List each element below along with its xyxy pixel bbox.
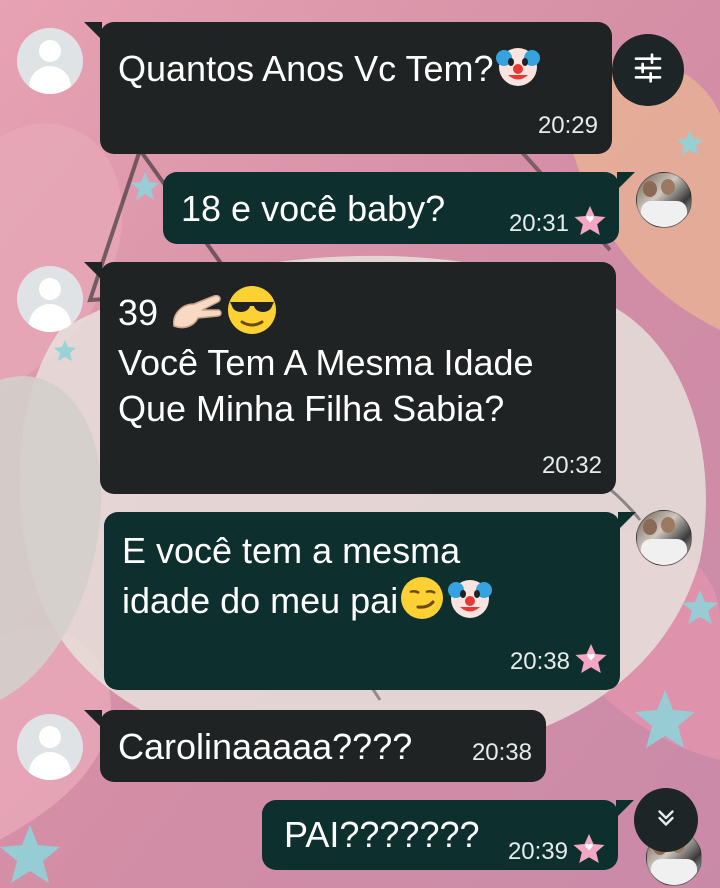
tune-sliders-icon: [632, 52, 664, 89]
scroll-to-bottom-button[interactable]: [634, 788, 698, 852]
bubble-tail: [618, 512, 636, 530]
clown-emoji: [494, 42, 542, 101]
starred-star-icon: [573, 834, 605, 864]
message-text: 39: [118, 292, 159, 334]
message-time: 20:29: [537, 112, 598, 140]
message-line: Quantos Anos Vc Tem?: [118, 42, 612, 101]
sender-avatar[interactable]: [17, 28, 83, 94]
smirk-face-emoji: [398, 574, 446, 633]
bubble-tail: [84, 710, 102, 728]
clown-emoji: [446, 574, 494, 633]
photo-figure: [661, 179, 675, 195]
photo-figure: [641, 201, 687, 227]
double-chevron-down-icon: [653, 805, 679, 836]
bubble-tail: [616, 800, 634, 818]
avatar-body-shape: [29, 752, 71, 780]
avatar-head-shape: [39, 278, 61, 300]
message-bubble-incoming[interactable]: Quantos Anos Vc Tem? 20:29: [84, 22, 612, 154]
message-line: 39: [118, 282, 616, 340]
message-time: 20:39: [507, 838, 568, 865]
message-text: idade do meu pai: [122, 580, 399, 622]
bubble-tail: [617, 172, 635, 190]
message-line: E você tem a mesma: [122, 530, 461, 571]
message-text: PAI???????: [284, 814, 480, 855]
message-text: 18 e você baby?: [181, 188, 446, 229]
sender-avatar[interactable]: [17, 266, 83, 332]
starred-star-icon: [575, 644, 607, 674]
avatar-body-shape: [29, 66, 71, 94]
recipient-avatar-photo[interactable]: [636, 510, 692, 566]
message-meta: 20:39: [508, 824, 606, 870]
message-time: 20:38: [471, 739, 532, 766]
avatar-head-shape: [39, 726, 61, 748]
message-time: 20:38: [509, 647, 570, 675]
photo-figure: [651, 859, 697, 885]
message-text: Quantos Anos Vc Tem?: [118, 48, 494, 90]
message-line: Que Minha Filha Sabia?: [118, 388, 505, 430]
photo-figure: [643, 181, 657, 197]
avatar-head-shape: [39, 40, 61, 62]
message-meta: 20:31: [509, 196, 607, 242]
message-bubble-outgoing[interactable]: PAI??????? 20:39: [262, 800, 634, 870]
message-bubble-outgoing[interactable]: 18 e você baby? 20:31: [163, 172, 635, 244]
bubble-tail: [84, 22, 102, 40]
filter-button[interactable]: [612, 34, 684, 106]
avatar-body-shape: [29, 304, 71, 332]
photo-figure: [641, 539, 687, 565]
message-bubble-incoming[interactable]: 39 Você Tem A Mesma Idade Que Minha Filh…: [84, 262, 616, 494]
message-line: idade do meu pai: [122, 574, 620, 633]
pinching-hand-emoji: [168, 286, 224, 345]
message-time: 20:32: [541, 452, 602, 480]
message-bubble-outgoing[interactable]: E você tem a mesma idade do meu pai 20:3…: [104, 512, 636, 690]
message-text: Carolinaaaaa????: [118, 726, 413, 767]
message-bubble-incoming[interactable]: Carolinaaaaa???? 20:38: [84, 710, 546, 782]
recipient-avatar-photo[interactable]: [636, 172, 692, 228]
photo-figure: [643, 519, 657, 535]
photo-figure: [661, 517, 675, 533]
message-line: Você Tem A Mesma Idade: [118, 342, 534, 383]
message-time: 20:31: [508, 210, 569, 237]
sender-avatar[interactable]: [17, 714, 83, 780]
bubble-tail: [84, 262, 102, 280]
message-meta: 20:38: [510, 634, 608, 680]
starred-star-icon: [574, 206, 606, 236]
